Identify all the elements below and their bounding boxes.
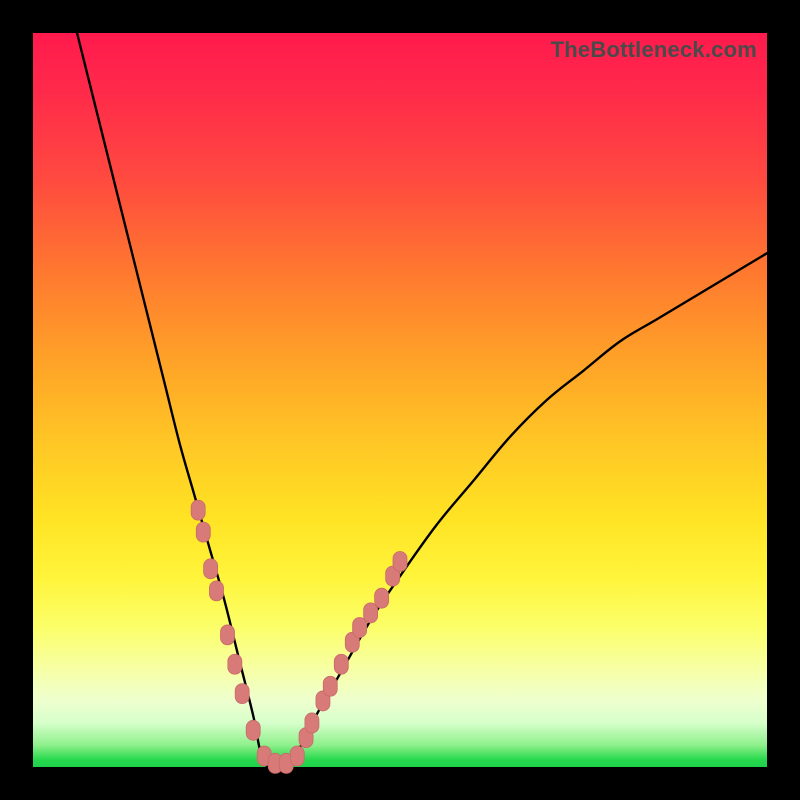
plot-area: TheBottleneck.com	[33, 33, 767, 767]
curve-marker	[323, 676, 337, 696]
curve-markers	[191, 500, 407, 773]
curve-marker	[364, 603, 378, 623]
curve-marker	[353, 618, 367, 638]
curve-marker	[210, 581, 224, 601]
bottleneck-curve	[77, 33, 767, 769]
curve-marker	[196, 522, 210, 542]
curve-marker	[191, 500, 205, 520]
curve-marker	[393, 551, 407, 571]
curve-marker	[235, 684, 249, 704]
curve-marker	[228, 654, 242, 674]
chart-frame: TheBottleneck.com	[0, 0, 800, 800]
curve-marker	[204, 559, 218, 579]
curve-marker	[221, 625, 235, 645]
curve-marker	[246, 720, 260, 740]
curve-marker	[290, 746, 304, 766]
chart-svg	[33, 33, 767, 767]
curve-marker	[305, 713, 319, 733]
curve-marker	[375, 588, 389, 608]
curve-marker	[334, 654, 348, 674]
